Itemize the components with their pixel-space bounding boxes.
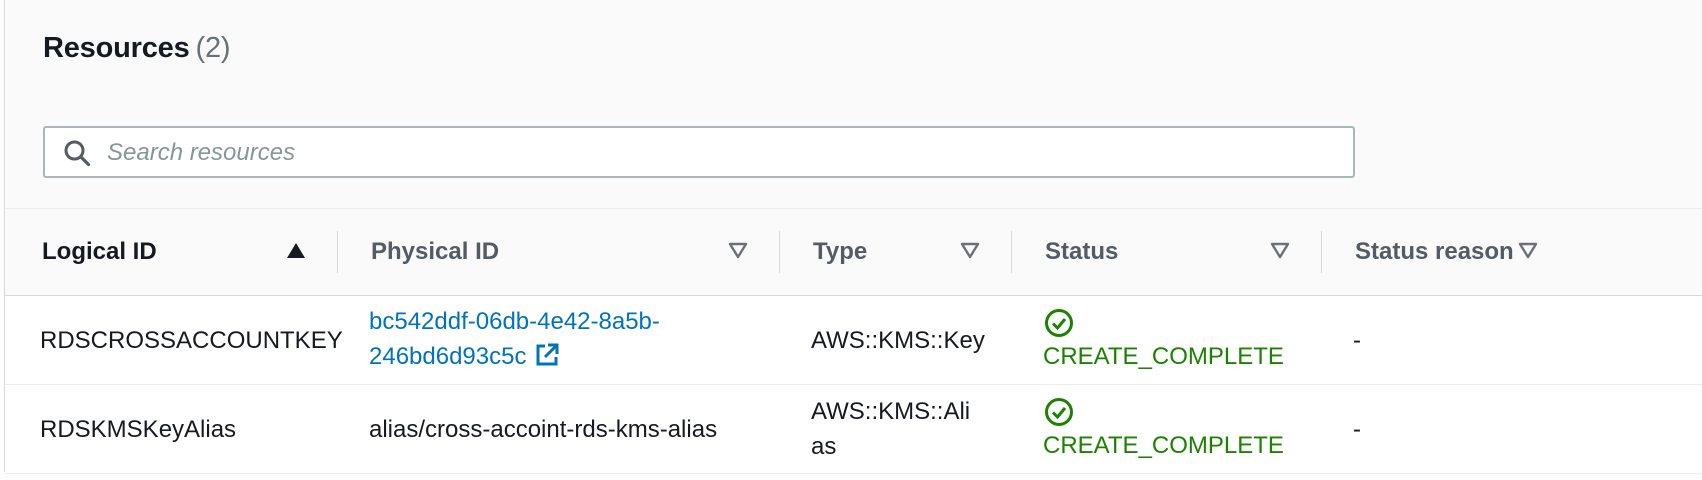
physical-id-link[interactable]: bc542ddf-06db-4e42-8a5b- 246bd6d93c5c: [369, 308, 660, 370]
cell-status: CREATE_COMPLETE: [1043, 385, 1284, 473]
column-divider[interactable]: [1011, 231, 1012, 273]
cell-logical-id: RDSCROSSACCOUNTKEY: [40, 326, 343, 354]
table-row: RDSKMSKeyAlias alias/cross-accoint-rds-k…: [5, 385, 1702, 474]
sort-icon[interactable]: [727, 240, 749, 262]
search-box[interactable]: [43, 126, 1355, 178]
cell-type: AWS::KMS::Alias: [811, 398, 971, 460]
cell-type: AWS::KMS::Key: [811, 326, 985, 354]
column-divider[interactable]: [337, 231, 338, 273]
resource-count: (2): [195, 32, 231, 64]
cell-physical-id: alias/cross-accoint-rds-kms-alias: [369, 415, 718, 443]
external-link-icon: [536, 343, 559, 366]
table-header-row: Logical ID Physical ID Type Status Statu…: [5, 209, 1702, 296]
status-text: CREATE_COMPLETE: [1043, 432, 1284, 459]
column-header-physical-id[interactable]: Physical ID: [371, 209, 499, 295]
cell-physical-id: bc542ddf-06db-4e42-8a5b- 246bd6d93c5c: [369, 296, 660, 384]
column-header-type[interactable]: Type: [813, 209, 867, 295]
sort-ascending-icon[interactable]: [285, 240, 307, 262]
title-text: Resources: [43, 32, 190, 64]
sort-icon[interactable]: [959, 240, 981, 262]
status-text: CREATE_COMPLETE: [1043, 343, 1284, 370]
success-check-icon: [1045, 398, 1073, 426]
sort-icon[interactable]: [1269, 240, 1291, 262]
cell-status-reason: -: [1353, 326, 1361, 354]
resources-table: Logical ID Physical ID Type Status Statu…: [5, 208, 1702, 474]
cell-logical-id: RDSKMSKeyAlias: [40, 415, 237, 443]
search-input[interactable]: [105, 134, 1339, 172]
resources-panel: Resources(2) Logical ID Physical ID: [4, 0, 1702, 474]
column-divider[interactable]: [1321, 231, 1322, 273]
success-check-icon: [1045, 309, 1073, 337]
sort-icon[interactable]: [1517, 240, 1539, 262]
cell-status-reason: -: [1353, 415, 1361, 443]
column-header-status[interactable]: Status: [1045, 209, 1118, 295]
cell-status: CREATE_COMPLETE: [1043, 296, 1284, 384]
column-divider[interactable]: [779, 231, 780, 273]
table-row: RDSCROSSACCOUNTKEY bc542ddf-06db-4e42-8a…: [5, 296, 1702, 385]
page-title: Resources (2): [43, 32, 231, 65]
search-icon: [64, 140, 91, 167]
column-header-status-reason[interactable]: Status reason: [1355, 209, 1514, 295]
column-header-logical-id[interactable]: Logical ID: [42, 209, 157, 295]
